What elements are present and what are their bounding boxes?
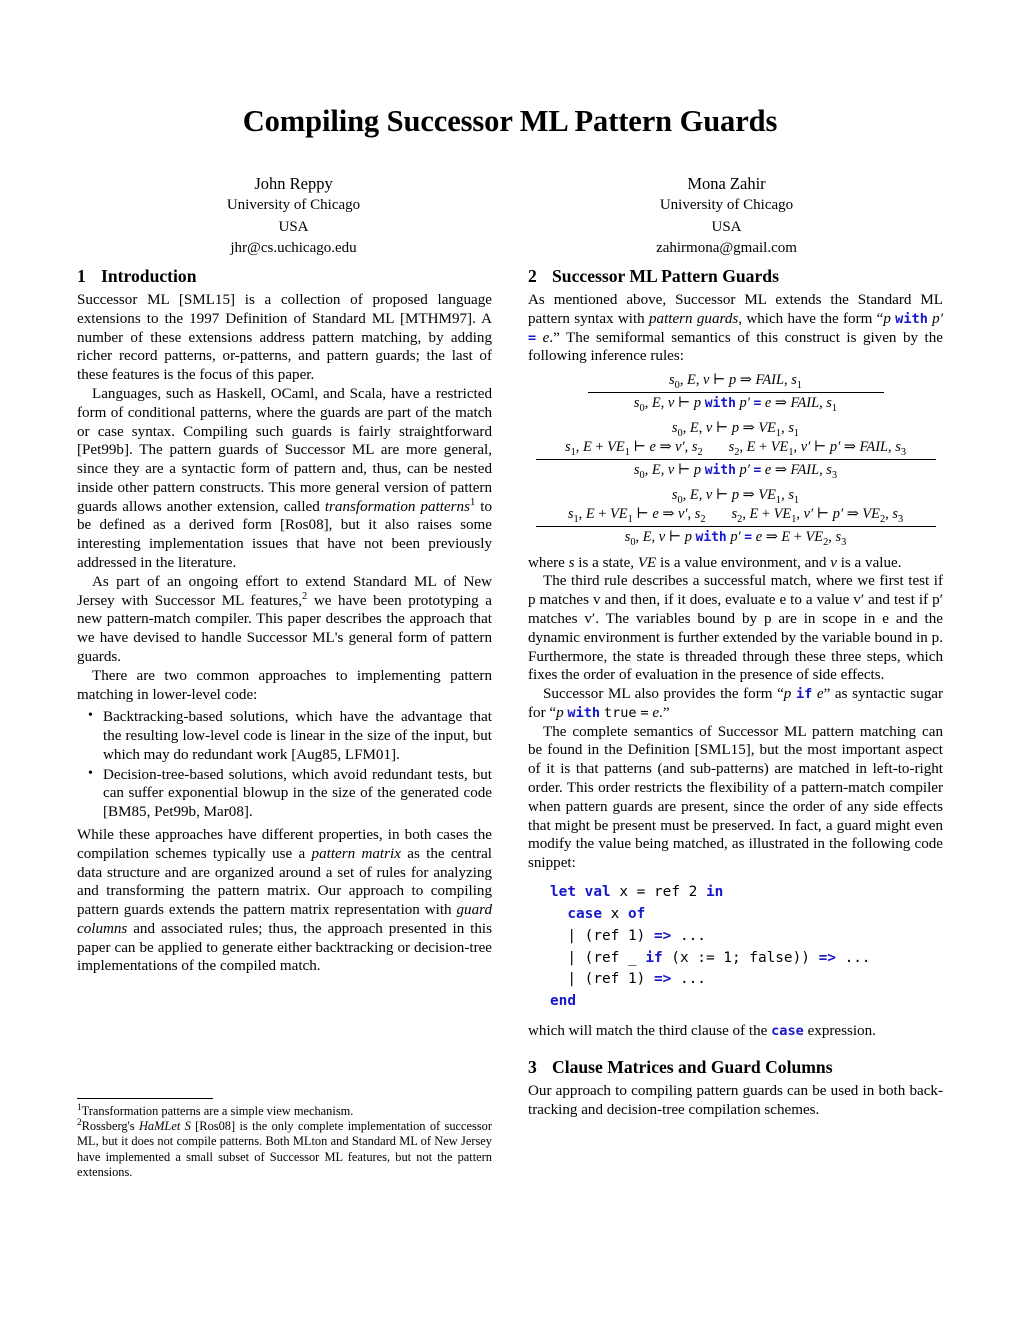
- author-1: John Reppy University of Chicago USA jhr…: [77, 172, 510, 259]
- guards-paragraph-4: Successor ML also provides the form “p i…: [528, 685, 943, 723]
- footnote-2: 2Rossberg's HaMLet S [Ros08] is the only…: [77, 1118, 492, 1180]
- text-run: where: [528, 554, 569, 571]
- guards-paragraph-5: The complete semantics of Successor ML p…: [528, 723, 943, 872]
- intro-paragraph-3: As part of an ongoing effort to extend S…: [77, 573, 492, 667]
- metavar-v: v: [830, 554, 837, 571]
- term-transformation-patterns: transformation patterns: [324, 498, 470, 515]
- metavar-p: p: [883, 310, 891, 327]
- footnote-separator: [77, 1098, 213, 1099]
- text-run: .” The semiformal semantics of this cons…: [528, 329, 943, 365]
- rule-premise: s0, E, v ⊢ p ⇒ VE1, s1: [671, 486, 800, 506]
- rule-bar: [535, 458, 936, 460]
- section-heading-introduction: 1 Introduction: [77, 266, 492, 287]
- column-left: 1 Introduction Successor ML [SML15] is a …: [77, 266, 492, 976]
- code-snippet: let val x = ref 2 in case x of | (ref 1)…: [550, 883, 871, 1010]
- intro-paragraph-5: While these approaches have different pr…: [77, 826, 492, 976]
- inference-rule-2: s0, E, v ⊢ p ⇒ VE1, s1 s1, E + VE1 ⊢ e ⇒…: [528, 420, 943, 480]
- section-title: Clause Matrices and Guard Columns: [552, 1057, 833, 1078]
- rule-premise: s0, E, v ⊢ p ⇒ VE1, s1: [671, 420, 800, 439]
- author-country: USA: [278, 218, 309, 235]
- list-item: Decision-tree-based solutions, which avo…: [88, 765, 492, 822]
- guards-paragraph-1: As mentioned above, Successor ML extends…: [528, 291, 943, 366]
- approaches-list: Backtracking-based solutions, which have…: [77, 707, 492, 822]
- text-run: is a state,: [574, 554, 638, 571]
- rule-premise: s0, E, v ⊢ p ⇒ FAIL, s1: [669, 372, 802, 392]
- rule-conclusion: s0, E, v ⊢ p with p′ = e ⇒ FAIL, s3: [633, 461, 838, 481]
- author-block: John Reppy University of Chicago USA jhr…: [77, 172, 943, 259]
- metavar-p: p: [783, 686, 792, 703]
- clause-paragraph-1: Our approach to compiling pattern guards…: [528, 1083, 943, 1118]
- section-number: 2: [528, 266, 537, 286]
- metavar-p: p: [556, 704, 564, 721]
- term-pattern-guards: pattern guards: [649, 310, 739, 327]
- intro-paragraph-2: Languages, such as Haskell, OCaml, and S…: [77, 385, 492, 573]
- text-run: which will match the third clause of the: [528, 1023, 772, 1040]
- section-heading-clause-matrices: 3 Clause Matrices and Guard Columns: [528, 1057, 943, 1078]
- intro-paragraph-4: There are two common approaches to imple…: [77, 667, 492, 703]
- rule-premise: s1, E + VE1 ⊢ e ⇒ v′, s2 s2, E + VE1, v′…: [564, 439, 907, 458]
- author-email[interactable]: jhr@cs.uchicago.edu: [77, 238, 510, 259]
- section-number: 1: [77, 266, 86, 286]
- author-affiliation: University of Chicago: [226, 197, 361, 214]
- inference-rules: s0, E, v ⊢ p ⇒ FAIL, s1 s0, E, v ⊢ p wit…: [528, 372, 943, 547]
- author-name: John Reppy: [254, 174, 333, 193]
- term-pattern-matrix: pattern matrix: [311, 845, 401, 862]
- section-number: 3: [528, 1057, 537, 1078]
- term-hamlet-s: HaMLet S: [138, 1119, 191, 1134]
- footnote-text: Transformation patterns are a simple vie…: [81, 1104, 354, 1118]
- section-title: Successor ML Pattern Guards: [552, 266, 779, 286]
- guards-paragraph-2: where s is a state, VE is a value enviro…: [528, 554, 943, 573]
- author-country: USA: [711, 218, 742, 235]
- column-right: 2 Successor ML Pattern Guards As mentione…: [528, 266, 943, 1120]
- text-run: , which have the form “: [738, 310, 884, 327]
- author-email[interactable]: zahirmona@gmail.com: [510, 238, 943, 259]
- guards-paragraph-6: which will match the third clause of the…: [528, 1022, 943, 1041]
- text-run: is a value.: [836, 554, 902, 571]
- section-heading-pattern-guards: 2 Successor ML Pattern Guards: [528, 266, 943, 287]
- inference-rule-1: s0, E, v ⊢ p ⇒ FAIL, s1 s0, E, v ⊢ p wit…: [528, 372, 943, 415]
- metavar-ve: VE: [637, 554, 657, 571]
- operator-equals: =: [640, 704, 649, 721]
- operator-equals: =: [528, 329, 537, 346]
- author-2: Mona Zahir University of Chicago USA zah…: [510, 172, 943, 259]
- rule-conclusion: s0, E, v ⊢ p with p′ = e ⇒ FAIL, s1: [633, 395, 838, 415]
- metavar-p-prime: p′: [932, 310, 944, 327]
- literal-true: true: [603, 704, 637, 721]
- text-run: is a value environment, and: [656, 554, 831, 571]
- author-affiliation: University of Chicago: [659, 197, 794, 214]
- keyword-with: with: [567, 704, 601, 721]
- keyword-with: with: [895, 310, 928, 327]
- guards-paragraph-3: The third rule describes a successful ma…: [528, 573, 943, 684]
- paper-page: Compiling Successor ML Pattern Guards Jo…: [0, 0, 1020, 1320]
- keyword-if: if: [795, 686, 813, 703]
- text-run: Successor ML also provides the form “: [543, 686, 784, 703]
- text-run: Rossberg's: [81, 1119, 139, 1134]
- footnote-1: 1Transformation patterns are a simple vi…: [77, 1103, 492, 1119]
- rule-bar: [535, 525, 936, 527]
- page-title: Compiling Successor ML Pattern Guards: [242, 104, 778, 138]
- list-item: Backtracking-based solutions, which have…: [88, 707, 492, 764]
- text-run: expression.: [803, 1023, 876, 1040]
- text-run: and associated rules; thus, the approach…: [77, 920, 492, 975]
- section-title: Introduction: [101, 266, 197, 286]
- rule-bar: [587, 392, 884, 394]
- text-run: Languages, such as Haskell, OCaml, and S…: [77, 386, 492, 515]
- intro-paragraph-1: Successor ML [SML15] is a collection of …: [77, 292, 492, 384]
- footnotes-block: 1Transformation patterns are a simple vi…: [77, 1098, 492, 1180]
- text-run: .”: [659, 704, 670, 721]
- keyword-case: case: [771, 1023, 804, 1040]
- rule-premise: s1, E + VE1 ⊢ e ⇒ v′, s2 s2, E + VE1, v′…: [567, 505, 904, 525]
- metavar-e: e: [816, 686, 824, 703]
- author-name: Mona Zahir: [687, 174, 766, 193]
- inference-rule-3: s0, E, v ⊢ p ⇒ VE1, s1 s1, E + VE1 ⊢ e ⇒…: [528, 487, 943, 547]
- rule-conclusion: s0, E, v ⊢ p with p′ = e ⇒ E + VE2, s3: [624, 528, 847, 548]
